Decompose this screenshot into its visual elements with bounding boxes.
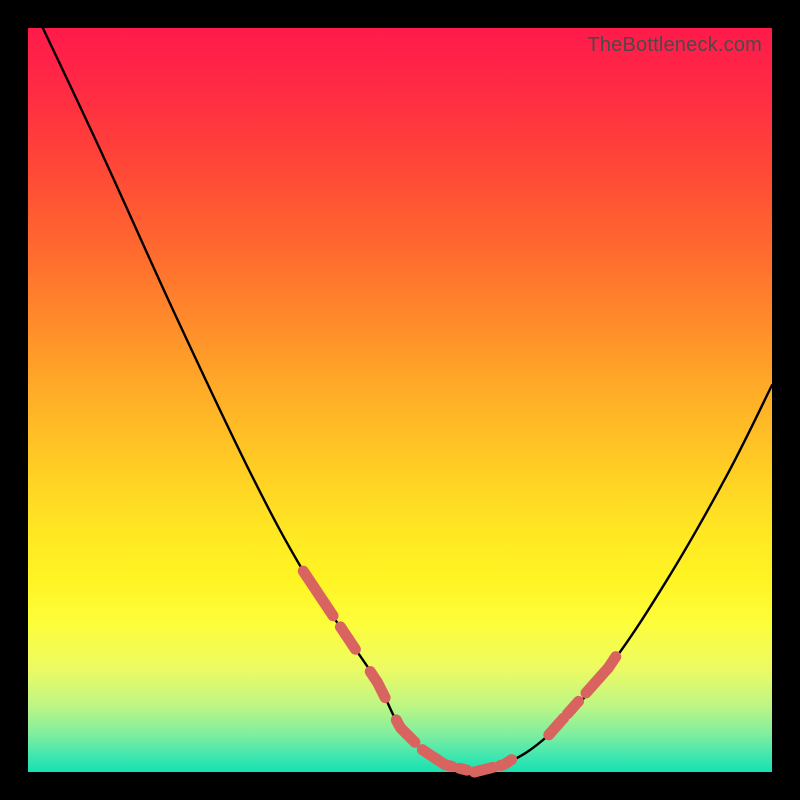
curve-layer xyxy=(43,28,772,772)
highlight-segment xyxy=(303,571,333,616)
highlight-segment xyxy=(500,760,511,766)
highlight-segment xyxy=(460,768,467,770)
plot-area: TheBottleneck.com xyxy=(28,28,772,772)
highlight-segment xyxy=(586,657,616,693)
highlight-segment xyxy=(370,672,385,698)
bottleneck-curve xyxy=(43,28,772,772)
highlight-segment xyxy=(422,750,452,767)
overlay-layer xyxy=(303,571,615,772)
highlight-segment xyxy=(567,701,578,714)
chart-frame: TheBottleneck.com xyxy=(0,0,800,800)
chart-svg xyxy=(28,28,772,772)
highlight-segment xyxy=(396,720,415,742)
highlight-segment xyxy=(549,718,564,735)
highlight-segment xyxy=(474,767,493,772)
highlight-segment xyxy=(340,627,355,649)
